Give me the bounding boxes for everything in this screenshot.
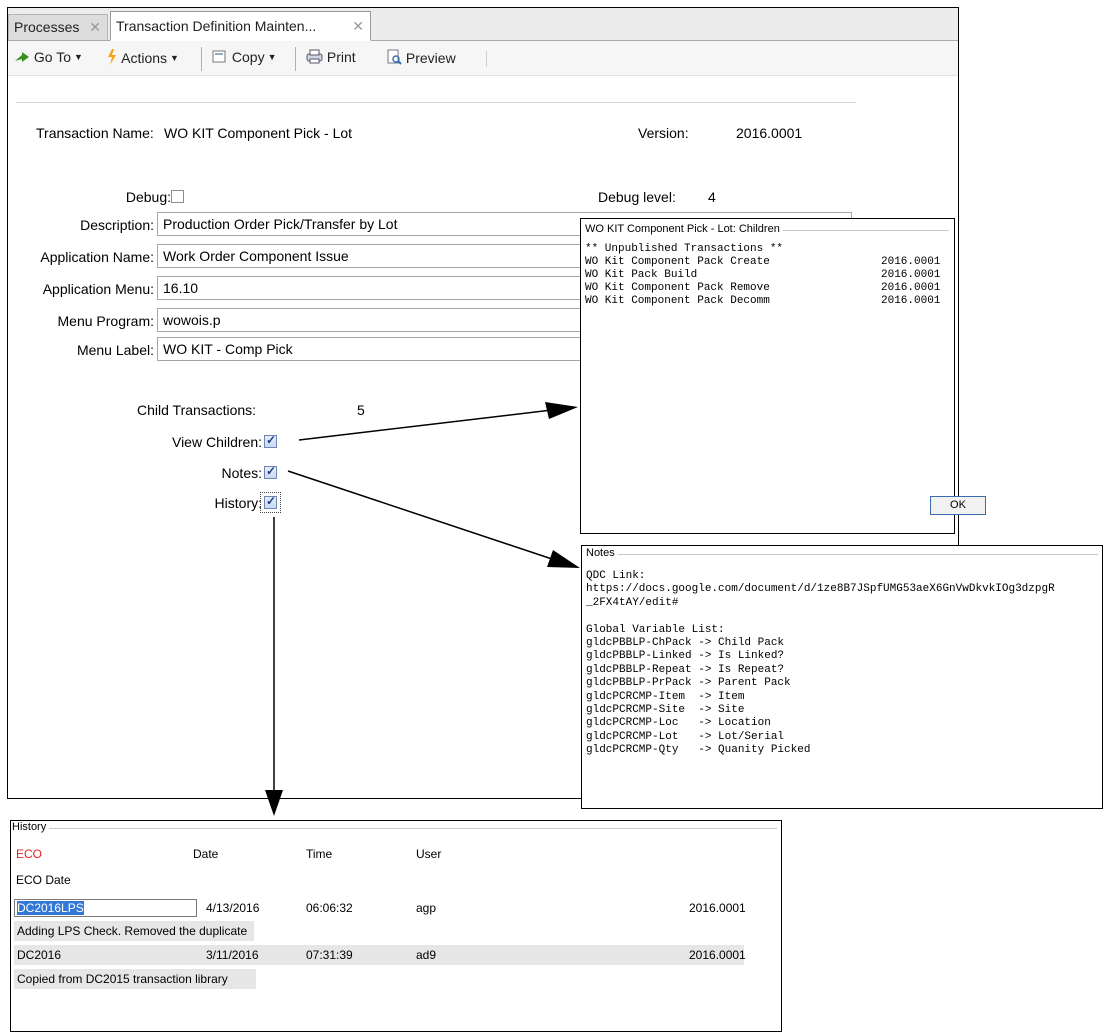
arrow-head xyxy=(545,402,578,419)
arrow-head xyxy=(265,790,283,816)
arrow-head xyxy=(547,550,580,568)
arrow-line xyxy=(287,470,556,561)
annotation-arrows xyxy=(265,402,580,816)
arrow-line xyxy=(298,409,553,441)
